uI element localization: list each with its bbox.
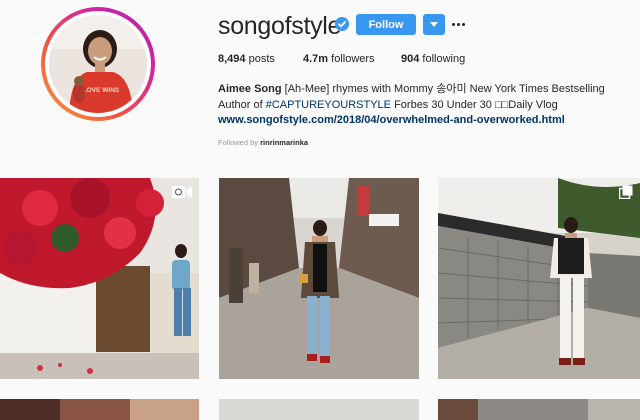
triangle-down-icon bbox=[430, 21, 438, 27]
post-image bbox=[0, 399, 199, 420]
posts-count: 8,494 bbox=[218, 53, 246, 65]
avatar-story-ring[interactable]: LOVE WINS bbox=[41, 7, 155, 121]
bio-hashtag-link[interactable]: #CAPTUREYOURSTYLE bbox=[266, 99, 391, 111]
bio-text-continued: Forbes 30 Under 30 □□Daily Vlog bbox=[391, 99, 558, 111]
profile-bio: Aimee Song [Ah-Mee] rhymes with Mommy 송아… bbox=[218, 81, 630, 113]
avatar-shirt-text: LOVE WINS bbox=[83, 87, 120, 94]
following-label: following bbox=[422, 53, 466, 65]
ellipsis-dot-icon bbox=[452, 23, 455, 26]
post-image bbox=[438, 178, 640, 379]
post-tile[interactable] bbox=[438, 178, 640, 379]
followed-by-line: Followed by rinrinmarinka bbox=[218, 138, 308, 147]
multiple-photos-icon bbox=[619, 185, 633, 199]
video-camera-icon bbox=[172, 186, 192, 198]
avatar-photo: LOVE WINS bbox=[49, 15, 147, 113]
post-tile[interactable] bbox=[219, 399, 419, 420]
follow-button[interactable]: Follow bbox=[356, 14, 416, 35]
ellipsis-dot-icon bbox=[462, 23, 465, 26]
ellipsis-dot-icon bbox=[457, 23, 460, 26]
post-tile[interactable] bbox=[0, 178, 199, 379]
post-tile[interactable] bbox=[438, 399, 640, 420]
bio-website-link[interactable]: www.songofstyle.com/2018/04/overwhelmed-… bbox=[218, 114, 565, 126]
following-stat[interactable]: 904 following bbox=[401, 53, 465, 65]
post-image bbox=[219, 178, 419, 379]
verified-badge-icon bbox=[335, 17, 349, 31]
followers-label: followers bbox=[331, 53, 375, 65]
more-options-button[interactable] bbox=[451, 14, 467, 35]
post-image bbox=[0, 178, 199, 379]
suggested-accounts-dropdown-button[interactable] bbox=[423, 14, 445, 35]
post-image bbox=[219, 399, 419, 420]
followers-stat[interactable]: 4.7m followers bbox=[303, 53, 375, 65]
post-tile[interactable] bbox=[0, 399, 199, 420]
profile-username: songofstyle bbox=[218, 12, 342, 40]
following-count: 904 bbox=[401, 53, 420, 65]
post-tile[interactable] bbox=[219, 178, 419, 379]
post-image bbox=[438, 399, 640, 420]
followed-by-user-link[interactable]: rinrinmarinka bbox=[260, 138, 308, 147]
avatar-border: LOVE WINS bbox=[45, 11, 151, 117]
bio-full-name: Aimee Song bbox=[218, 83, 282, 95]
followers-count: 4.7m bbox=[303, 53, 329, 65]
avatar[interactable]: LOVE WINS bbox=[49, 15, 147, 113]
posts-label: posts bbox=[248, 53, 275, 65]
posts-stat: 8,494 posts bbox=[218, 53, 275, 65]
followed-by-label: Followed by bbox=[218, 138, 259, 147]
